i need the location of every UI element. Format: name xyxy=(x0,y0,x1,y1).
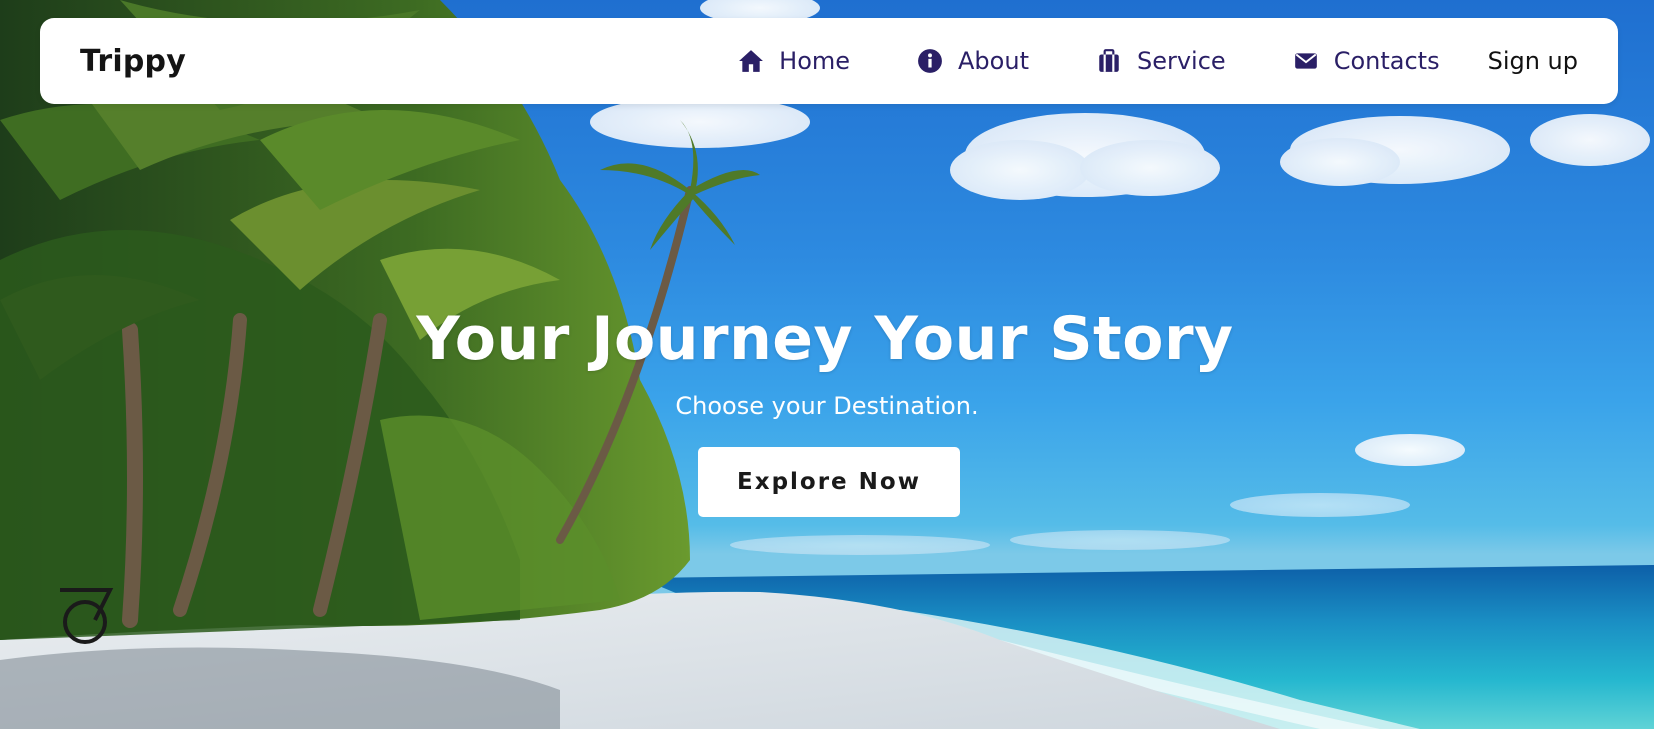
brand-logo[interactable]: Trippy xyxy=(80,44,186,79)
nav-item-contacts[interactable]: Contacts xyxy=(1292,47,1440,75)
hero-title-text: Your Journey Your Story xyxy=(416,304,1234,374)
nav-item-home[interactable]: Home xyxy=(737,47,850,75)
hero-title: Your Journey Your Story xyxy=(0,304,1654,374)
suitcase-icon xyxy=(1095,47,1123,75)
nav-item-about[interactable]: About xyxy=(916,47,1029,75)
navbar: Trippy Home About Service Contacts Sign … xyxy=(40,18,1618,104)
nav-item-service[interactable]: Service xyxy=(1095,47,1226,75)
home-icon xyxy=(737,47,765,75)
envelope-icon xyxy=(1292,47,1320,75)
nav-item-label: Home xyxy=(779,47,851,75)
nav-item-label: Contacts xyxy=(1333,47,1440,75)
nav-item-label: Service xyxy=(1136,47,1226,75)
hero-subtitle: Choose your Destination. xyxy=(0,392,1654,420)
nav-item-label: About xyxy=(958,47,1029,75)
info-icon xyxy=(916,47,944,75)
hero-subtitle-text: Choose your Destination. xyxy=(675,392,979,420)
nav-links: Home About Service Contacts Sign up xyxy=(737,47,1578,75)
explore-now-button[interactable]: Explore Now xyxy=(698,447,960,517)
signup-link[interactable]: Sign up xyxy=(1488,47,1578,75)
